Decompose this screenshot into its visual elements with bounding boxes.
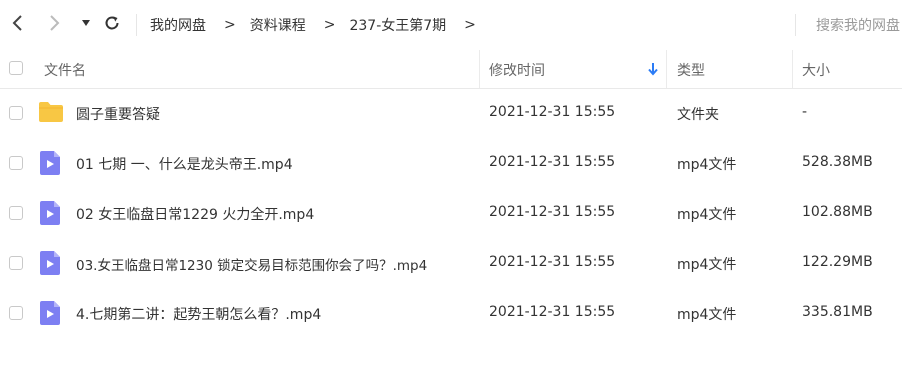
table-row[interactable]: 01 七期 一、什么是龙头帝王.mp4 2021-12-31 15:55 mp4… — [0, 138, 902, 188]
breadcrumb: 我的网盘 > 资料课程 > 237-女王第7期 > — [150, 14, 490, 36]
select-all-checkbox[interactable] — [9, 61, 23, 75]
video-file-icon — [40, 201, 62, 229]
history-dropdown-button[interactable] — [74, 11, 98, 35]
file-size: 122.29MB — [802, 254, 873, 270]
sort-descending-icon[interactable] — [647, 62, 659, 80]
folder-icon — [38, 101, 64, 127]
breadcrumb-separator: > — [464, 17, 476, 33]
file-name[interactable]: 4.七期第二讲：起势王朝怎么看？.mp4 — [76, 304, 321, 324]
file-size: 102.88MB — [802, 204, 873, 220]
modified-time: 2021-12-31 15:55 — [489, 104, 616, 120]
column-header-type[interactable]: 类型 — [677, 60, 705, 80]
file-name[interactable]: 01 七期 一、什么是龙头帝王.mp4 — [76, 154, 293, 174]
refresh-icon — [105, 16, 119, 30]
search-divider — [795, 14, 796, 36]
breadcrumb-separator: > — [323, 17, 336, 33]
table-row[interactable]: 03.女王临盘日常1230 锁定交易目标范围你会了吗？.mp4 2021-12-… — [0, 238, 902, 288]
file-type: mp4文件 — [677, 207, 737, 223]
caret-down-icon — [82, 20, 90, 26]
modified-time: 2021-12-31 15:55 — [489, 304, 616, 320]
modified-time: 2021-12-31 15:55 — [489, 254, 616, 270]
video-file-icon — [40, 301, 62, 329]
back-button[interactable] — [6, 11, 30, 35]
file-size: 528.38MB — [802, 154, 873, 170]
chevron-right-icon — [50, 15, 60, 31]
table-row[interactable]: 4.七期第二讲：起势王朝怎么看？.mp4 2021-12-31 15:55 mp… — [0, 288, 902, 338]
modified-time: 2021-12-31 15:55 — [489, 204, 616, 220]
column-divider[interactable] — [792, 50, 793, 88]
table-row[interactable]: 圆子重要答疑 2021-12-31 15:55 文件夹 - — [0, 88, 902, 138]
search-input[interactable]: 搜索我的网盘 — [816, 15, 900, 35]
file-type: mp4文件 — [677, 257, 737, 273]
toolbar: 我的网盘 > 资料课程 > 237-女王第7期 > 搜索我的网盘 — [0, 0, 902, 50]
breadcrumb-separator: > — [224, 17, 236, 33]
file-name[interactable]: 02 女王临盘日常1229 火力全开.mp4 — [76, 204, 314, 224]
video-file-icon — [40, 251, 62, 279]
column-header-size[interactable]: 大小 — [802, 60, 830, 80]
file-size: 335.81MB — [802, 304, 873, 320]
file-size: - — [802, 104, 808, 120]
file-name[interactable]: 03.女王临盘日常1230 锁定交易目标范围你会了吗？.mp4 — [76, 254, 427, 274]
toolbar-divider — [136, 14, 137, 36]
file-type: 文件夹 — [677, 107, 719, 123]
row-checkbox[interactable] — [9, 306, 23, 320]
refresh-button[interactable] — [100, 11, 124, 35]
column-header-name[interactable]: 文件名 — [44, 60, 86, 80]
file-name[interactable]: 圆子重要答疑 — [76, 104, 160, 124]
table-header: 文件名 修改时间 类型 大小 — [0, 50, 902, 89]
chevron-left-icon — [12, 15, 22, 31]
row-checkbox[interactable] — [9, 256, 23, 270]
file-type: mp4文件 — [677, 157, 737, 173]
row-checkbox[interactable] — [9, 206, 23, 220]
table-row[interactable]: 02 女王临盘日常1229 火力全开.mp4 2021-12-31 15:55 … — [0, 188, 902, 238]
modified-time: 2021-12-31 15:55 — [489, 154, 616, 170]
video-file-icon — [40, 151, 62, 179]
breadcrumb-item-current[interactable]: 237-女王第7期 — [349, 15, 446, 35]
column-header-modified[interactable]: 修改时间 — [489, 60, 545, 80]
row-checkbox[interactable] — [9, 106, 23, 120]
breadcrumb-item-courses[interactable]: 资料课程 — [250, 15, 306, 35]
forward-button[interactable] — [42, 11, 66, 35]
row-checkbox[interactable] — [9, 156, 23, 170]
file-type: mp4文件 — [677, 307, 737, 323]
column-divider[interactable] — [666, 50, 667, 88]
breadcrumb-item-root[interactable]: 我的网盘 — [150, 15, 206, 35]
column-divider[interactable] — [479, 50, 480, 88]
